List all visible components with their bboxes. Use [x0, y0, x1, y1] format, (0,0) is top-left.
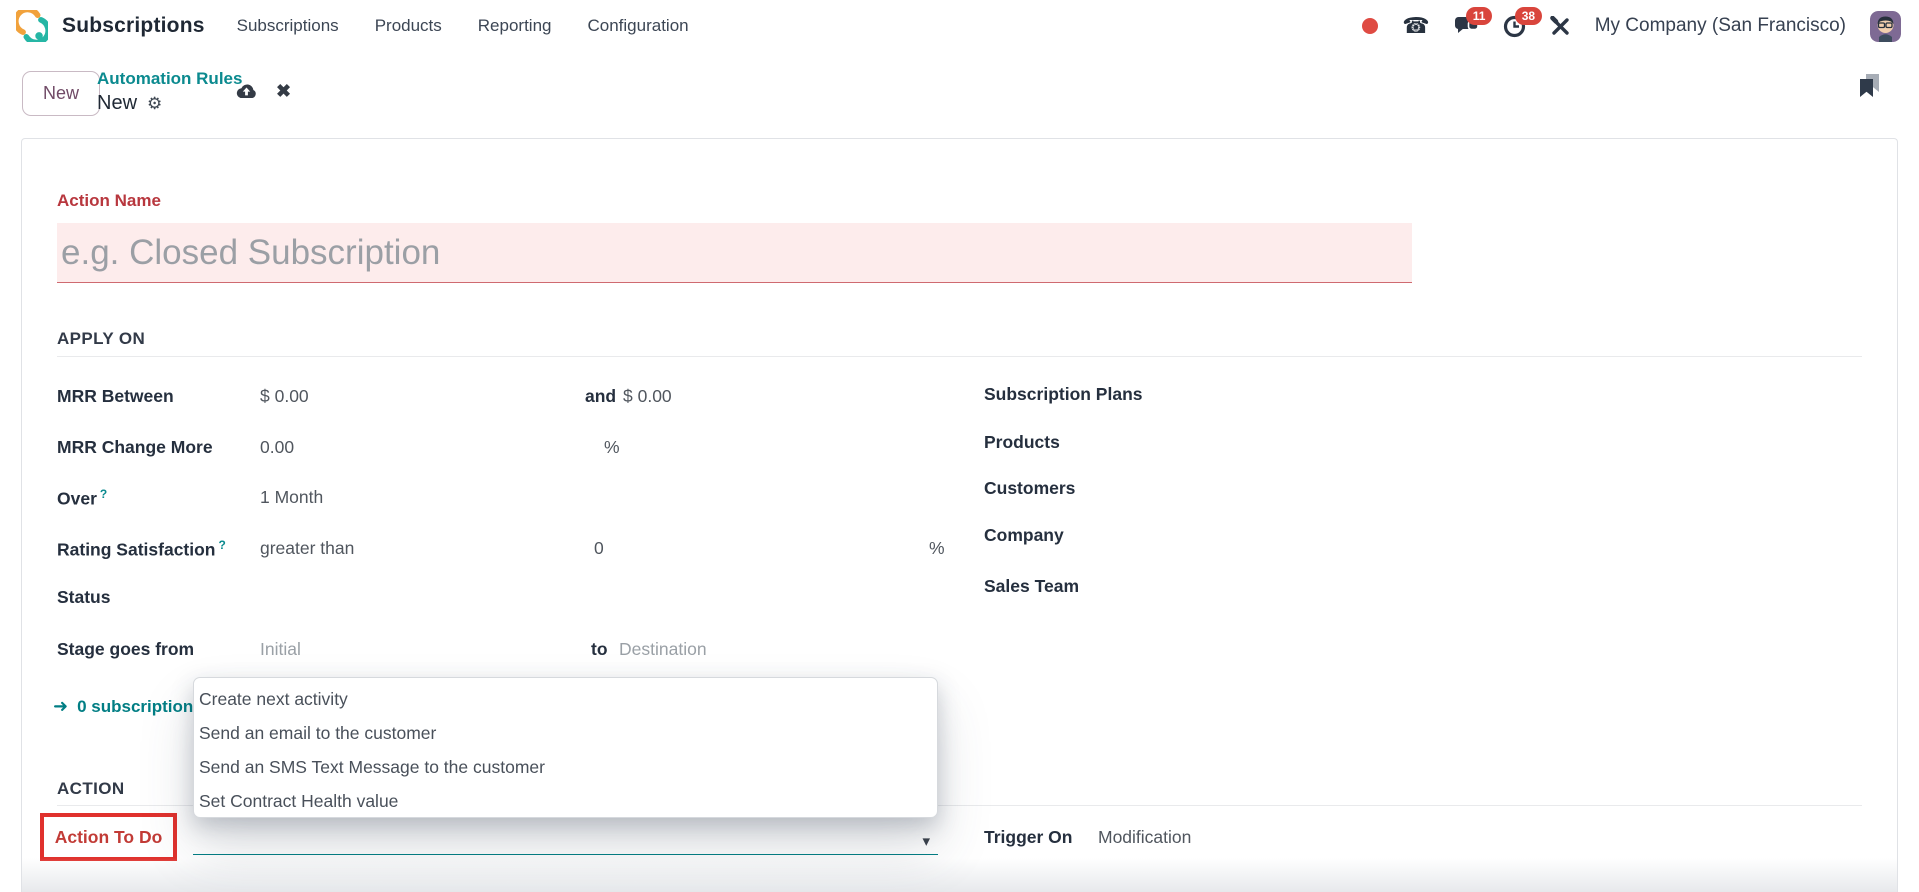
over-field[interactable]: 1 Month: [260, 487, 323, 508]
menu-subscriptions[interactable]: Subscriptions: [237, 16, 339, 36]
stage-to-label: to: [591, 639, 608, 659]
subscriptions-app-logo-icon[interactable]: [16, 10, 48, 42]
navbar-left: Subscriptions Subscriptions Products Rep…: [16, 10, 689, 42]
dropdown-option-send-sms[interactable]: Send an SMS Text Message to the customer: [194, 750, 937, 784]
status-label: Status: [57, 587, 111, 607]
company-label: Company: [984, 525, 1064, 545]
stage-row: Stage goes from Initial to Destination: [57, 639, 957, 665]
over-label-wrap: Over?: [57, 487, 107, 509]
apply-on-divider: [57, 356, 1862, 357]
menu-products[interactable]: Products: [375, 16, 442, 36]
arrow-right-icon: ➜: [53, 696, 69, 716]
action-to-do-select[interactable]: ▾: [193, 830, 938, 855]
dropdown-option-set-contract-health[interactable]: Set Contract Health value: [194, 784, 937, 818]
messages-icon[interactable]: 11: [1454, 7, 1493, 37]
rating-row: Rating Satisfaction? greater than 0 %: [57, 538, 957, 564]
sales-team-label: Sales Team: [984, 576, 1080, 596]
stage-label: Stage goes from: [57, 639, 195, 659]
action-section-title: ACTION: [57, 779, 125, 798]
user-avatar[interactable]: [1870, 10, 1901, 42]
phone-icon[interactable]: ☎: [1402, 15, 1429, 37]
rating-value-field[interactable]: 0: [594, 538, 604, 559]
rating-operator-field[interactable]: greater than: [260, 538, 354, 559]
app-title: Subscriptions: [62, 14, 205, 37]
messages-badge: 11: [1465, 7, 1493, 26]
breadcrumb: Automation Rules New ⚙: [97, 69, 242, 115]
mrr-change-field[interactable]: 0.00: [260, 437, 294, 458]
activities-icon[interactable]: 38: [1503, 6, 1543, 38]
menu-configuration[interactable]: Configuration: [588, 16, 689, 36]
mrr-between-label: MRR Between: [57, 386, 174, 406]
rating-label: Rating Satisfaction: [57, 539, 216, 560]
top-navbar: Subscriptions Subscriptions Products Rep…: [0, 0, 1919, 52]
form-sheet: Action Name APPLY ON MRR Between $ 0.00 …: [21, 138, 1898, 892]
chevron-down-icon: ▾: [922, 833, 930, 850]
recording-dot-icon[interactable]: [1362, 18, 1379, 34]
tools-icon[interactable]: [1549, 15, 1571, 37]
rating-help-icon[interactable]: ?: [219, 538, 226, 552]
navbar-right: ☎ 11 38 My Company (San Francisco): [1362, 6, 1901, 42]
over-row: Over? 1 Month: [57, 487, 957, 513]
save-cloud-icon[interactable]: [235, 82, 258, 104]
status-row: Status: [57, 587, 957, 613]
subscriptions-count-link[interactable]: ➜ 0 subscriptions: [53, 696, 203, 717]
menu-reporting[interactable]: Reporting: [478, 16, 552, 36]
mrr-change-label: MRR Change More: [57, 437, 213, 457]
breadcrumb-current: New: [97, 92, 138, 114]
new-button[interactable]: New: [22, 71, 101, 116]
control-bar: New Automation Rules New ⚙ ✖: [0, 52, 1919, 138]
action-name-input[interactable]: [57, 223, 1412, 283]
stage-to-field[interactable]: Destination: [619, 639, 707, 660]
gear-icon[interactable]: ⚙: [147, 94, 162, 114]
mrr-change-row: MRR Change More 0.00 %: [57, 437, 957, 463]
mrr-between-and-label: and: [585, 386, 617, 406]
action-name-label: Action Name: [57, 191, 161, 210]
mrr-between-row: MRR Between $ 0.00 and $ 0.00: [57, 386, 957, 412]
over-label: Over: [57, 488, 97, 509]
over-help-icon[interactable]: ?: [100, 487, 107, 501]
mrr-change-unit: %: [604, 437, 620, 457]
customers-label: Customers: [984, 478, 1076, 498]
dropdown-option-create-next-activity[interactable]: Create next activity: [194, 682, 937, 716]
discard-icon[interactable]: ✖: [276, 81, 291, 102]
company-switcher[interactable]: My Company (San Francisco): [1595, 15, 1846, 37]
apply-on-section-title: APPLY ON: [57, 329, 146, 348]
mrr-between-min-field[interactable]: $ 0.00: [260, 386, 309, 407]
sheet-bottom-fade: [22, 858, 1897, 892]
subscriptions-count-text: 0 subscriptions: [77, 697, 203, 716]
stage-from-field[interactable]: Initial: [260, 639, 301, 660]
action-to-do-highlight-box: Action To Do: [40, 813, 177, 861]
screen: Subscriptions Subscriptions Products Rep…: [0, 0, 1919, 892]
activities-badge: 38: [1514, 6, 1543, 25]
dropdown-option-send-email[interactable]: Send an email to the customer: [194, 716, 937, 750]
bookmark-icon[interactable]: [1858, 74, 1882, 107]
main-menu: Subscriptions Products Reporting Configu…: [237, 16, 689, 36]
subscription-plans-label: Subscription Plans: [984, 384, 1143, 404]
products-label: Products: [984, 432, 1060, 452]
mrr-between-max-field[interactable]: $ 0.00: [623, 386, 672, 407]
breadcrumb-parent-link[interactable]: Automation Rules: [97, 69, 242, 89]
rating-label-wrap: Rating Satisfaction?: [57, 538, 226, 560]
action-to-do-label: Action To Do: [54, 826, 163, 847]
trigger-on-field[interactable]: Modification: [1098, 827, 1191, 848]
action-to-do-dropdown: Create next activity Send an email to th…: [193, 677, 938, 818]
trigger-on-label: Trigger On: [984, 827, 1073, 847]
rating-unit: %: [929, 538, 945, 558]
